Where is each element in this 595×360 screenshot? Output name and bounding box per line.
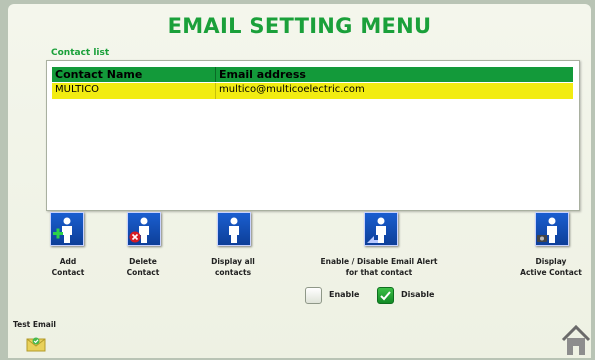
active-contact-icon (535, 212, 569, 246)
contact-list[interactable]: Contact Name Email address MULTICO multi… (46, 60, 580, 211)
enable-disable-alert-button[interactable]: Enable / Disable Email Alert for that con… (305, 212, 453, 282)
column-header-contact-name: Contact Name (55, 68, 143, 81)
enable-disable-alert-label: Enable / Disable Email Alert for that con… (320, 257, 438, 277)
delete-contact-label: Delete Contact (126, 257, 160, 277)
alert-toggle-icon (364, 212, 398, 246)
enable-label: Enable (329, 290, 360, 299)
checkmark-icon (380, 291, 391, 301)
column-header-email-address: Email address (219, 68, 306, 81)
contact-list-header: Contact Name Email address (52, 67, 573, 82)
enable-checkbox[interactable] (305, 287, 322, 304)
disable-checkbox[interactable] (377, 287, 394, 304)
page-title: EMAIL SETTING MENU (167, 14, 432, 38)
envelope-icon (26, 337, 46, 352)
contact-email-cell: multico@multicoelectric.com (219, 84, 365, 95)
email-settings-panel: EMAIL SETTING MENU Contact list Contact … (8, 4, 591, 358)
display-active-contact-button[interactable]: Display Active Contact (516, 212, 586, 282)
contact-row[interactable]: MULTICO multico@multicoelectric.com (52, 83, 573, 99)
test-email-button[interactable]: Test Email (8, 316, 68, 358)
add-contact-button[interactable]: Add Contact (43, 212, 93, 282)
delete-user-icon (127, 212, 161, 246)
home-button[interactable] (561, 322, 591, 356)
display-all-contacts-button[interactable]: Display all contacts (199, 212, 267, 282)
contacts-icon (217, 212, 251, 246)
contact-list-label: Contact list (51, 48, 110, 58)
delete-contact-button[interactable]: Delete Contact (116, 212, 170, 282)
home-icon (561, 324, 591, 355)
add-user-icon (50, 212, 84, 246)
add-contact-label: Add Contact (51, 257, 85, 277)
disable-label: Disable (401, 290, 435, 299)
column-divider (215, 83, 216, 99)
display-active-contact-label: Display Active Contact (520, 257, 582, 277)
test-email-label: Test Email (13, 320, 57, 329)
display-all-contacts-label: Display all contacts (211, 257, 255, 277)
contact-name-cell: MULTICO (55, 84, 100, 95)
column-divider (215, 67, 216, 82)
